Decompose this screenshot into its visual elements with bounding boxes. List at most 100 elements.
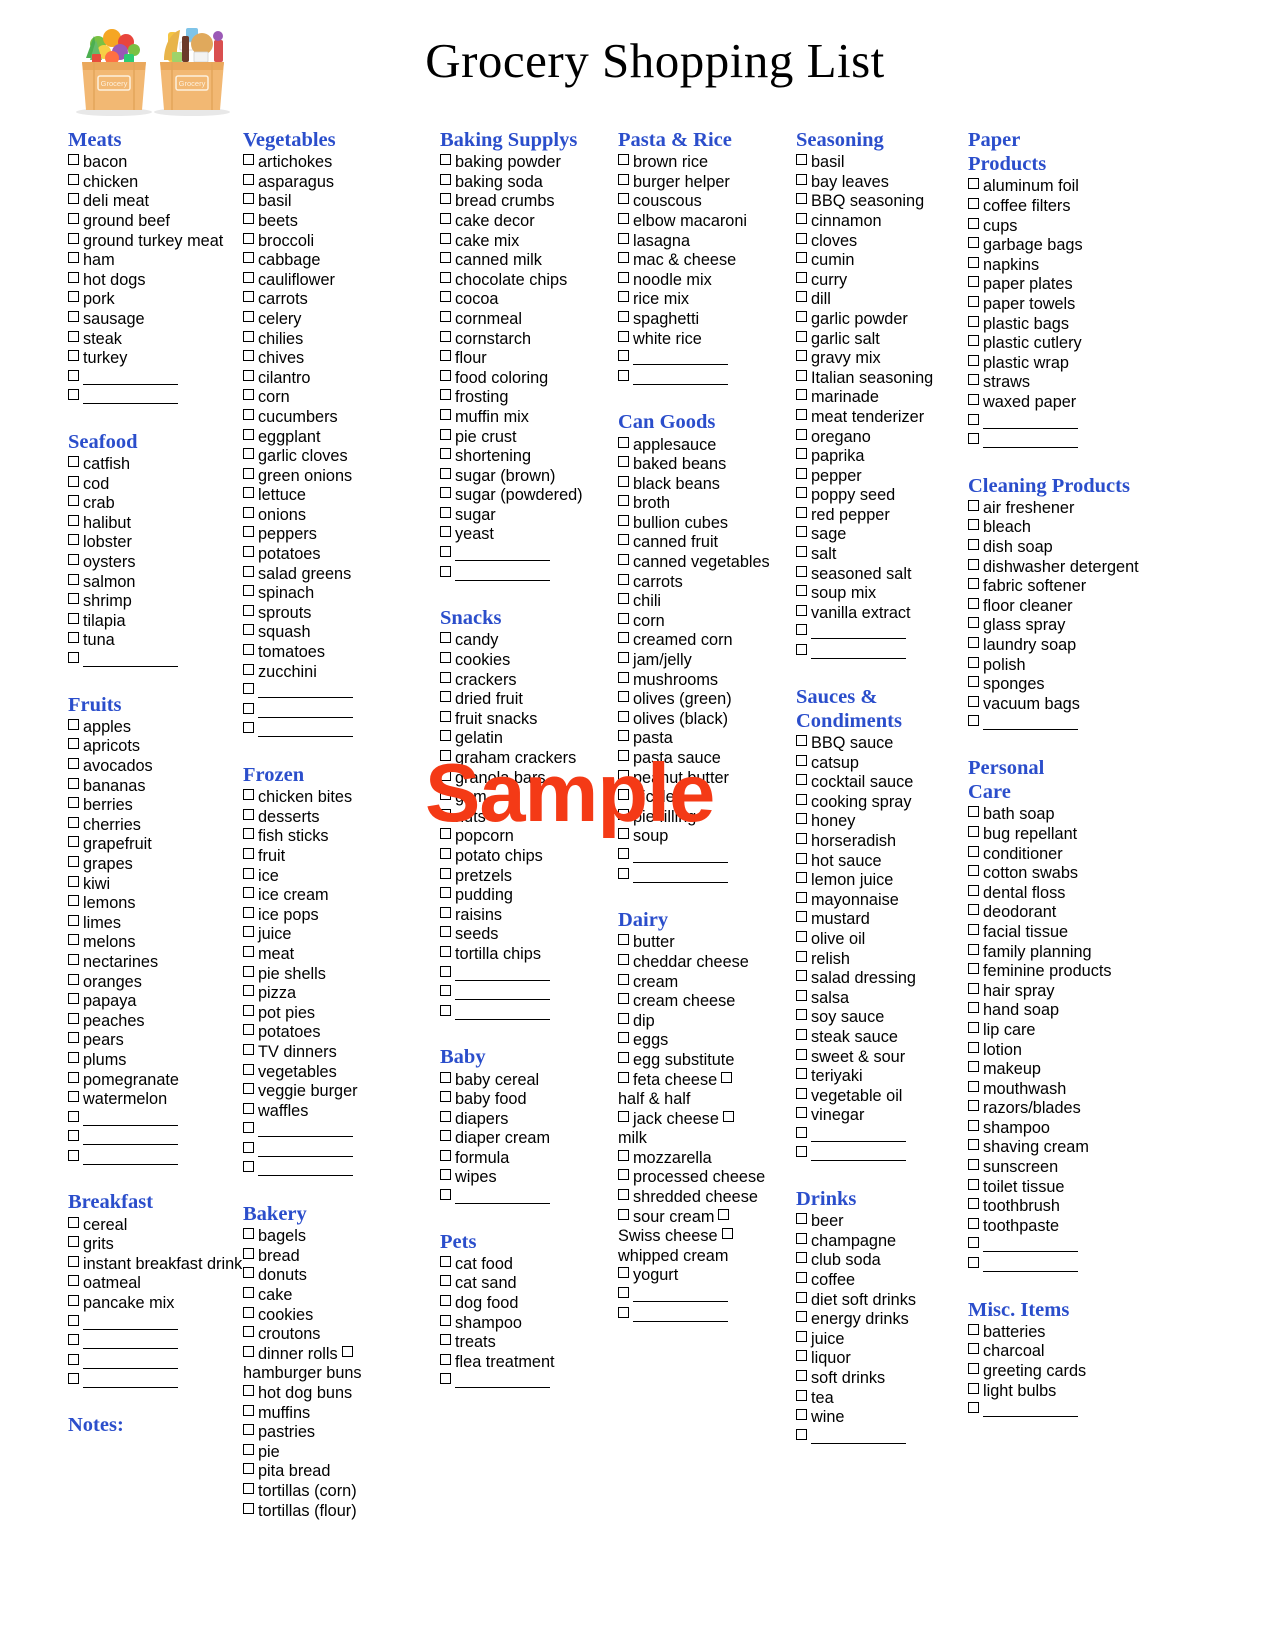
blank-write-in-row[interactable] [68,1129,243,1149]
checklist-item[interactable]: broth [618,494,796,514]
checklist-item[interactable]: dish soap [968,538,1176,558]
checkbox-icon[interactable] [68,816,79,828]
checklist-item[interactable]: toothbrush [968,1197,1176,1217]
checklist-item[interactable]: teriyaki [796,1067,968,1087]
checkbox-icon[interactable] [968,1237,979,1249]
checklist-item[interactable]: pizza [243,984,440,1004]
checkbox-icon[interactable] [243,212,254,224]
checklist-item[interactable]: shortening [440,447,618,467]
checkbox-icon[interactable] [243,448,254,460]
write-in-line[interactable] [811,1140,906,1142]
checkbox-icon[interactable] [440,173,451,185]
checklist-item[interactable]: chocolate chips [440,271,618,291]
checklist-item[interactable]: pickles [618,788,796,808]
checkbox-icon[interactable] [68,934,79,946]
checkbox-icon[interactable] [440,1189,451,1201]
checklist-item[interactable]: creamed corn [618,631,796,651]
checkbox-icon[interactable] [440,671,451,683]
checklist-item[interactable]: BBQ seasoning [796,192,968,212]
blank-write-in-row[interactable] [440,545,618,565]
checklist-item[interactable]: spaghetti [618,310,796,330]
checkbox-icon[interactable] [968,374,979,386]
checkbox-icon[interactable] [243,1424,254,1436]
checkbox-icon[interactable] [68,291,79,303]
checklist-item[interactable]: garlic salt [796,330,968,350]
checkbox-icon[interactable] [440,271,451,283]
checkbox-icon[interactable] [68,1091,79,1103]
checkbox-icon[interactable] [68,475,79,487]
checkbox-icon[interactable] [968,1363,979,1374]
checkbox-icon[interactable] [68,252,79,264]
checkbox-icon[interactable] [440,1353,451,1365]
checklist-item[interactable]: sugar (powdered) [440,486,618,506]
checkbox-icon[interactable] [968,1323,979,1335]
checklist-item[interactable]: charcoal [968,1342,1176,1362]
checkbox-icon[interactable] [440,1373,451,1385]
checklist-item[interactable]: hamburger buns [243,1364,440,1384]
checkbox-icon[interactable] [243,1161,254,1173]
write-in-line[interactable] [983,1271,1078,1273]
checkbox-icon[interactable] [968,715,979,727]
write-in-line[interactable] [83,1367,178,1369]
checkbox-icon[interactable] [440,389,451,401]
checklist-item[interactable]: waxed paper [968,393,1176,413]
checklist-item[interactable]: steak sauce [796,1028,968,1048]
checkbox-icon[interactable] [968,217,979,229]
checklist-item[interactable]: bug repellant [968,825,1176,845]
checkbox-icon[interactable] [796,754,807,766]
checkbox-icon[interactable] [440,730,451,742]
checklist-item[interactable]: egg substitute [618,1051,796,1071]
checkbox-icon[interactable] [68,718,79,730]
checkbox-icon[interactable] [243,487,254,499]
checklist-item[interactable]: cake [243,1286,440,1306]
checkbox-icon[interactable] [968,1100,979,1112]
write-in-line[interactable] [455,1018,550,1020]
checkbox-icon[interactable] [796,891,807,903]
checklist-item[interactable]: lip care [968,1021,1176,1041]
checklist-item[interactable]: cat food [440,1255,618,1275]
checkbox-icon[interactable] [618,154,629,166]
checklist-item[interactable]: peanut butter [618,769,796,789]
checkbox-icon[interactable] [796,852,807,864]
checklist-item[interactable]: vanilla extract [796,604,968,624]
checklist-item[interactable]: butter [618,933,796,953]
checkbox-icon[interactable] [618,310,629,322]
checklist-item[interactable]: diaper cream [440,1129,618,1149]
write-in-line[interactable] [633,1301,728,1303]
checklist-item[interactable]: ham [68,251,243,271]
checklist-item[interactable]: pears [68,1031,243,1051]
blank-write-in-row[interactable] [243,682,440,702]
checkbox-icon[interactable] [243,1247,254,1259]
checkbox-icon[interactable] [243,624,254,636]
write-in-line[interactable] [455,579,550,581]
checkbox-icon[interactable] [440,632,451,644]
write-in-line[interactable] [258,697,353,699]
checkbox-icon[interactable] [68,1334,79,1346]
checkbox-icon[interactable] [968,1119,979,1131]
checklist-item[interactable]: broccoli [243,232,440,252]
checkbox-icon[interactable] [796,252,807,264]
checkbox-icon[interactable] [243,867,254,879]
checklist-item[interactable]: corn [243,388,440,408]
checkbox-icon[interactable] [243,565,254,577]
checklist-item[interactable]: granola bars [440,769,618,789]
checklist-item[interactable]: muffin mix [440,408,618,428]
checkbox-icon[interactable] [618,554,629,566]
checkbox-icon[interactable] [618,867,629,879]
checkbox-icon[interactable] [968,433,979,445]
checkbox-icon[interactable] [968,335,979,347]
checkbox-icon[interactable] [968,963,979,975]
checklist-item[interactable]: straws [968,373,1176,393]
checklist-item[interactable]: sausage [68,310,243,330]
checkbox-icon[interactable] [968,1217,979,1229]
checklist-item[interactable]: club soda [796,1251,968,1271]
checkbox-icon[interactable] [968,1198,979,1210]
checkbox-icon[interactable] [440,448,451,460]
checklist-item[interactable]: plastic cutlery [968,334,1176,354]
checklist-item[interactable]: nectarines [68,953,243,973]
checklist-item[interactable]: polish [968,656,1176,676]
checkbox-icon[interactable] [243,1063,254,1075]
checkbox-icon[interactable] [968,597,979,609]
checkbox-icon[interactable] [440,565,451,577]
blank-write-in-row[interactable] [68,388,243,408]
